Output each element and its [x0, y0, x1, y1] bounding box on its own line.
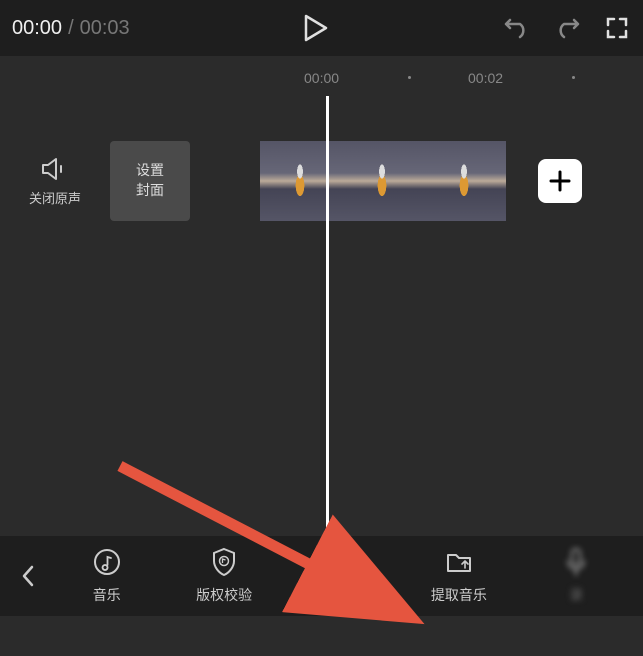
ruler-mark: 00:00	[304, 70, 339, 86]
current-time: 00:00	[12, 17, 62, 40]
toolbar-item-sound-effect[interactable]: 音效	[294, 547, 389, 605]
total-time: 00:03	[80, 17, 130, 40]
ruler-mark: 00:02	[468, 70, 503, 86]
fullscreen-button[interactable]	[603, 14, 631, 42]
play-icon	[304, 14, 328, 42]
play-button[interactable]	[294, 6, 338, 50]
clip-thumbnail[interactable]	[342, 141, 424, 221]
playhead[interactable]	[326, 96, 329, 536]
toolbar-item-copyright[interactable]: 版权校验	[177, 547, 272, 605]
shield-icon	[209, 547, 239, 577]
cover-text-line2: 封面	[136, 181, 164, 201]
clip-thumbnail[interactable]	[260, 141, 342, 221]
toolbar-label: 录	[569, 585, 583, 605]
undo-icon	[504, 17, 530, 39]
bottom-toolbar: 音乐 版权校验 音效	[0, 536, 643, 616]
time-separator: /	[68, 17, 74, 40]
time-display: 00:00 / 00:03	[12, 17, 130, 40]
music-icon	[92, 547, 122, 577]
clip-thumbnail[interactable]	[424, 141, 506, 221]
toolbar-label: 提取音乐	[431, 585, 487, 605]
top-bar: 00:00 / 00:03	[0, 0, 643, 56]
toolbar-label: 音乐	[93, 585, 121, 605]
timeline-ruler: 00:00 00:02	[0, 56, 643, 96]
timeline-area[interactable]: 00:00 00:02 关闭原声 设置 封面	[0, 56, 643, 536]
toolbar-item-record[interactable]: 录	[529, 547, 624, 605]
set-cover-button[interactable]: 设置 封面	[110, 141, 190, 221]
mute-toggle[interactable]: 关闭原声	[20, 156, 90, 207]
undo-button[interactable]	[503, 14, 531, 42]
redo-icon	[554, 17, 580, 39]
ruler-dot	[572, 76, 575, 79]
folder-icon	[444, 547, 474, 577]
toolbar-label: 音效	[327, 585, 355, 605]
star-icon	[326, 547, 356, 577]
toolbar-item-music[interactable]: 音乐	[59, 547, 154, 605]
video-track: 关闭原声 设置 封面	[0, 136, 643, 226]
mute-label: 关闭原声	[29, 188, 81, 207]
ruler-dot	[408, 76, 411, 79]
speaker-icon	[40, 156, 70, 182]
plus-icon	[549, 170, 571, 192]
fullscreen-icon	[605, 16, 629, 40]
chevron-left-icon	[21, 564, 35, 588]
cover-text-line1: 设置	[136, 161, 164, 181]
video-clips[interactable]	[260, 141, 506, 221]
redo-button[interactable]	[553, 14, 581, 42]
toolbar-label: 版权校验	[196, 585, 252, 605]
add-clip-button[interactable]	[538, 159, 582, 203]
back-button[interactable]	[8, 546, 48, 606]
mic-icon	[561, 547, 591, 577]
toolbar-item-extract-music[interactable]: 提取音乐	[411, 547, 506, 605]
